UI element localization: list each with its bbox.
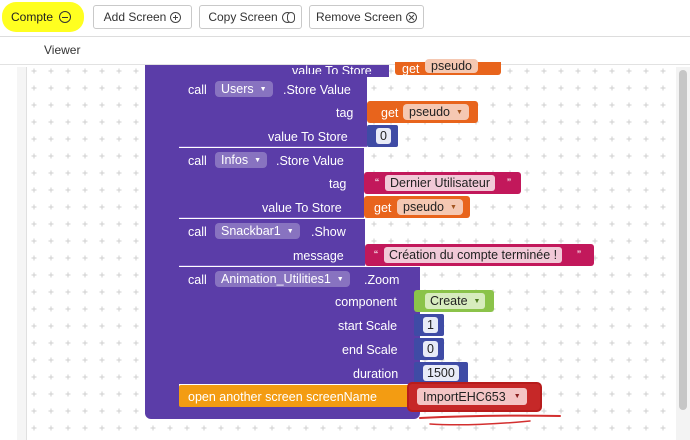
infos-method-label: .Store Value (276, 154, 344, 168)
dropdown-arrow-icon: ▼ (286, 227, 294, 235)
screen-selector-label: Compte (11, 10, 54, 24)
infos-value-get-block[interactable]: get pseudo ▼ (364, 196, 470, 218)
users-method-label: .Store Value (283, 83, 351, 97)
toolbar-divider (0, 36, 690, 37)
users-value-number: 0 (376, 128, 391, 144)
dropdown-arrow-icon: ▼ (450, 203, 457, 211)
dropdown-arrow-icon: ▼ (254, 156, 262, 164)
users-value-label: value To Store (268, 130, 348, 144)
users-tag-var-dropdown[interactable]: pseudo ▼ (403, 104, 469, 120)
infos-value-label: value To Store (262, 201, 342, 215)
snackbar-call-label: call (188, 225, 207, 239)
infos-tag-text: Dernier Utilisateur (385, 175, 496, 191)
animation-component-value-dropdown[interactable]: Create ▼ (425, 293, 486, 309)
top-get-label: get (402, 62, 420, 76)
animation-duration-block[interactable]: 1500 (414, 362, 468, 384)
animation-start-block[interactable]: 1 (414, 314, 444, 336)
dropdown-arrow-icon: ▼ (513, 393, 521, 400)
top-get-block[interactable]: get pseudo (395, 59, 501, 76)
remove-screen-button[interactable]: Remove Screen (309, 5, 424, 29)
add-screen-label: Add Screen (103, 10, 167, 24)
plus-icon (170, 11, 182, 23)
animation-component-name: Animation_Utilities1 (221, 272, 331, 286)
users-tag-get-block[interactable]: get pseudo ▼ (367, 101, 478, 123)
copy-icon (281, 11, 295, 23)
screen-name-value: ImportEHC653 (423, 389, 506, 404)
remove-screen-label: Remove Screen (315, 10, 403, 24)
top-get-var-dropdown[interactable]: pseudo (425, 59, 479, 73)
snackbar-message-label: message (293, 249, 344, 263)
animation-component-dropdown[interactable]: Animation_Utilities1 ▼ (215, 271, 350, 287)
snackbar-method-label: .Show (311, 225, 346, 239)
infos-tag-text-block[interactable]: “ Dernier Utilisateur ” (364, 172, 521, 194)
event-body-bottom[interactable] (145, 405, 420, 419)
snackbar-message-text: Création du compte terminée ! (384, 247, 563, 263)
animation-end-value: 0 (423, 341, 438, 357)
animation-call-label: call (188, 273, 207, 287)
animation-component-value: Create (430, 294, 468, 308)
snackbar-message-text-block[interactable]: “ Création du compte terminée ! ” (365, 244, 594, 266)
quote-open: “ (374, 248, 378, 262)
infos-component-dropdown[interactable]: Infos ▼ (215, 152, 268, 168)
animation-end-block[interactable]: 0 (414, 338, 444, 360)
add-screen-button[interactable]: Add Screen (93, 5, 192, 29)
copy-screen-label: Copy Screen (208, 10, 278, 24)
infos-component-name: Infos (221, 153, 249, 167)
toolbar: Compte Add Screen Copy Screen Remove Scr… (0, 0, 690, 36)
animation-start-label: start Scale (338, 319, 398, 333)
remove-icon (406, 11, 418, 23)
quote-close: ” (577, 248, 581, 262)
screen-name-text-block[interactable]: ImportEHC653 ▼ (409, 384, 540, 410)
animation-duration-value: 1500 (423, 365, 459, 381)
annotation-underline (419, 414, 561, 426)
dropdown-arrow-icon: ▼ (456, 108, 463, 116)
top-value-label: value To Store (292, 64, 372, 74)
left-gutter (17, 67, 27, 440)
screen-selector[interactable]: Compte (2, 2, 84, 32)
animation-method-label: .Zoom (364, 273, 400, 287)
quote-open: “ (375, 176, 379, 190)
animation-end-label: end Scale (342, 343, 398, 357)
event-body-rail[interactable] (145, 65, 179, 418)
snackbar-component-name: Snackbar1 (221, 224, 281, 238)
viewer-title: Viewer (44, 43, 81, 57)
top-get-var: pseudo (431, 59, 473, 73)
users-component-dropdown[interactable]: Users ▼ (215, 81, 273, 97)
infos-call-label: call (188, 154, 207, 168)
users-component-name: Users (221, 82, 254, 96)
users-call-label: call (188, 83, 207, 97)
users-tag-get-label: get (381, 106, 399, 120)
dropdown-arrow-icon: ▼ (259, 85, 267, 93)
users-tag-label: tag (336, 106, 354, 120)
animation-component-value-block[interactable]: Create ▼ (414, 290, 494, 312)
infos-value-var: pseudo (403, 200, 445, 214)
animation-component-label: component (335, 295, 397, 309)
collapse-icon (59, 11, 71, 23)
users-tag-var: pseudo (409, 105, 451, 119)
infos-tag-label: tag (329, 177, 347, 191)
scrollbar-thumb[interactable] (679, 70, 687, 410)
dropdown-arrow-icon: ▼ (473, 297, 481, 305)
animation-duration-label: duration (353, 367, 399, 381)
infos-value-get-label: get (374, 201, 392, 215)
animation-start-value: 1 (423, 317, 438, 333)
copy-screen-button[interactable]: Copy Screen (199, 5, 302, 29)
screen-name-dropdown[interactable]: ImportEHC653 ▼ (417, 388, 527, 405)
quote-close: ” (507, 176, 511, 190)
users-value-number-block[interactable]: 0 (367, 125, 398, 147)
infos-value-var-dropdown[interactable]: pseudo ▼ (397, 199, 463, 215)
open-screen-label: open another screen screenName (188, 390, 378, 404)
dropdown-arrow-icon: ▼ (336, 275, 344, 283)
snackbar-component-dropdown[interactable]: Snackbar1 ▼ (215, 223, 300, 239)
